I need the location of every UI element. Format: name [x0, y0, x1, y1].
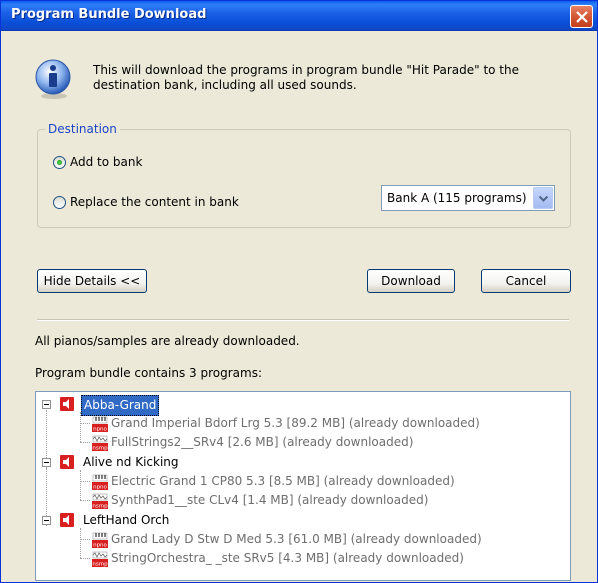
speaker-icon: [60, 513, 74, 527]
svg-text:npno: npno: [93, 427, 107, 433]
collapse-toggle[interactable]: [42, 458, 51, 467]
piano-file-icon: npno: [92, 532, 108, 548]
program-tree[interactable]: Abba-Grand npno Grand Imperial Bdorf Lrg…: [35, 391, 571, 581]
svg-text:nsmp: nsmp: [92, 446, 108, 452]
svg-text:npno: npno: [93, 543, 107, 549]
bank-select-value: Bank A (115 programs): [387, 191, 527, 205]
tree-item-row[interactable]: nsmp StringOrchestra_ _ste SRv5 [4.3 MB]…: [36, 549, 566, 568]
tree-item-text: Grand Imperial Bdorf Lrg 5.3 [89.2 MB] (…: [111, 416, 480, 430]
tree-program-row[interactable]: LeftHand Orch: [36, 511, 566, 530]
download-button[interactable]: Download: [367, 269, 455, 293]
tree-item-text: SynthPad1__ste CLv4 [1.4 MB] (already do…: [111, 493, 429, 507]
replace-content-radio[interactable]: [53, 196, 66, 209]
tree-item-row[interactable]: nsmp SynthPad1__ste CLv4 [1.4 MB] (alrea…: [36, 491, 566, 510]
tree-item-row[interactable]: npno Grand Imperial Bdorf Lrg 5.3 [89.2 …: [36, 414, 566, 433]
tree-item-text: StringOrchestra_ _ste SRv5 [4.3 MB] (alr…: [111, 551, 464, 565]
sample-file-icon: nsmp: [92, 493, 108, 509]
chevron-down-icon: [539, 196, 548, 202]
info-icon: [35, 59, 71, 99]
bundle-summary: Program bundle contains 3 programs:: [35, 366, 262, 380]
title-bar[interactable]: Program Bundle Download: [1, 1, 597, 31]
piano-file-icon: npno: [92, 474, 108, 490]
program-name[interactable]: Abba-Grand: [81, 395, 160, 416]
tree-item-text: FullStrings2__SRv4 [2.6 MB] (already dow…: [111, 435, 414, 449]
tree-item-text: Electric Grand 1 CP80 5.3 [8.5 MB] (alre…: [111, 474, 455, 488]
collapse-toggle[interactable]: [42, 516, 51, 525]
tree-item-row[interactable]: nsmp FullStrings2__SRv4 [2.6 MB] (alread…: [36, 433, 566, 452]
sample-file-icon: nsmp: [92, 551, 108, 567]
destination-legend: Destination: [45, 122, 120, 136]
cancel-button[interactable]: Cancel: [481, 269, 571, 293]
info-message: This will download the programs in progr…: [93, 63, 519, 92]
svg-text:nsmp: nsmp: [92, 504, 108, 510]
dropdown-button[interactable]: [533, 187, 553, 209]
collapse-toggle[interactable]: [42, 400, 51, 409]
download-status: All pianos/samples are already downloade…: [35, 334, 300, 348]
speaker-icon: [60, 455, 74, 469]
details-separator: [37, 319, 569, 321]
tree-item-text: Grand Lady D Stw D Med 5.3 [61.0 MB] (al…: [111, 532, 482, 546]
radio-selected-dot: [57, 160, 62, 165]
close-button[interactable]: [570, 5, 593, 28]
dialog-window: Program Bundle Download This will downlo…: [0, 0, 598, 583]
tree-program-row[interactable]: Alive nd Kicking: [36, 453, 566, 472]
sample-file-icon: nsmp: [92, 435, 108, 451]
close-icon: [576, 11, 588, 23]
program-name[interactable]: LeftHand Orch: [83, 511, 169, 530]
window-title: Program Bundle Download: [11, 7, 207, 22]
bank-select[interactable]: Bank A (115 programs): [381, 185, 555, 211]
add-to-bank-radio[interactable]: [53, 156, 66, 169]
tree-item-row[interactable]: npno Grand Lady D Stw D Med 5.3 [61.0 MB…: [36, 530, 566, 549]
program-name[interactable]: Alive nd Kicking: [83, 453, 179, 472]
hide-details-button[interactable]: Hide Details <<: [37, 269, 147, 293]
tree-program-row[interactable]: Abba-Grand: [36, 395, 566, 416]
destination-group: [37, 129, 571, 228]
replace-content-label[interactable]: Replace the content in bank: [70, 195, 239, 209]
svg-text:npno: npno: [93, 485, 107, 491]
speaker-icon: [60, 397, 74, 411]
add-to-bank-label[interactable]: Add to bank: [70, 155, 142, 169]
svg-text:nsmp: nsmp: [92, 562, 108, 568]
tree-item-row[interactable]: npno Electric Grand 1 CP80 5.3 [8.5 MB] …: [36, 472, 566, 491]
piano-file-icon: npno: [92, 416, 108, 432]
